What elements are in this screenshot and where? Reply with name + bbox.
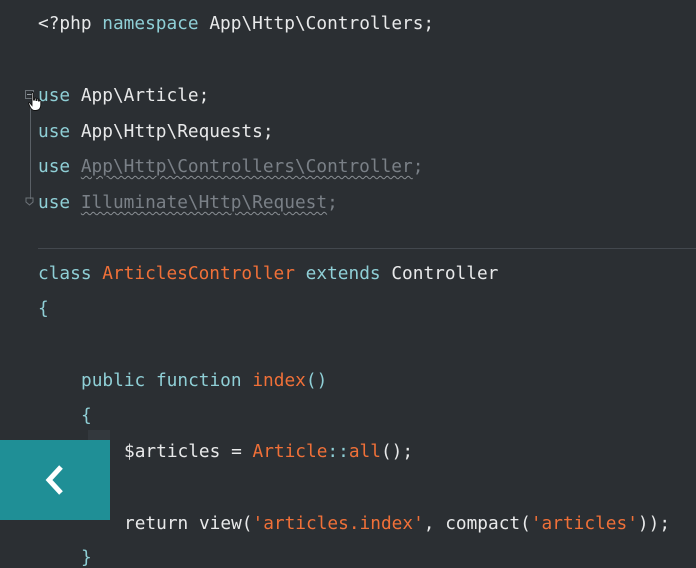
fold-end-icon[interactable]	[25, 197, 34, 206]
call-end: ));	[637, 513, 671, 534]
string-literal: 'articles.index'	[252, 513, 424, 534]
open-brace: {	[38, 298, 49, 319]
namespace-keyword: namespace	[102, 13, 199, 34]
code-line-namespace: <?php namespace App\Http\Controllers;	[38, 12, 434, 36]
return-keyword: return	[124, 513, 189, 534]
string-literal: 'articles'	[530, 513, 638, 534]
semicolon: ;	[412, 156, 424, 177]
open-brace: {	[81, 405, 92, 426]
class-keyword: class	[38, 263, 92, 284]
namespace-path: App\Http\Controllers;	[209, 13, 435, 34]
class-ref: Article	[252, 441, 328, 462]
code-line-use-article: use App\Article;	[38, 84, 209, 108]
method-separator	[38, 248, 696, 249]
call-end: ();	[380, 441, 414, 462]
use-path: App\Http\Requests;	[80, 121, 274, 142]
use-path: App\Article;	[80, 85, 210, 106]
code-line-class-open: {	[38, 297, 49, 321]
unused-import-path: Illuminate\Http\Request	[80, 192, 328, 213]
close-brace: }	[81, 547, 92, 568]
code-line-return: return view('articles.index', compact('a…	[124, 512, 670, 536]
code-line-method-open: {	[81, 404, 92, 428]
code-line-use-requests: use App\Http\Requests;	[38, 120, 274, 144]
chevron-left-icon	[45, 465, 63, 495]
view-call: view(	[198, 513, 253, 534]
hand-pointer-icon	[28, 92, 42, 111]
code-line-assign: $articles = Article::all();	[124, 440, 413, 464]
unused-import-path: App\Http\Controllers\Controller	[80, 156, 413, 177]
scope-operator: ::	[327, 441, 349, 462]
method-name: index	[252, 370, 306, 391]
code-line-use-request: use Illuminate\Http\Request;	[38, 191, 338, 215]
class-name: ArticlesController	[102, 263, 295, 284]
function-keyword: function	[155, 370, 242, 391]
operator: =	[220, 441, 253, 462]
method-call: all	[348, 441, 381, 462]
variable: $articles	[124, 441, 221, 462]
use-keyword: use	[38, 192, 71, 213]
fold-guide-line	[30, 104, 31, 199]
code-line-class: class ArticlesController extends Control…	[38, 262, 498, 286]
code-line-method-close: }	[81, 546, 92, 568]
extends-keyword: extends	[305, 263, 381, 284]
semicolon: ;	[327, 192, 338, 213]
code-line-method: public function index()	[81, 369, 327, 393]
public-keyword: public	[81, 370, 146, 391]
method-parens: ()	[305, 370, 328, 391]
back-button[interactable]	[0, 440, 110, 520]
use-keyword: use	[38, 121, 71, 142]
code-line-use-controller: use App\Http\Controllers\Controller;	[38, 155, 423, 179]
use-keyword: use	[38, 85, 71, 106]
compact-call: , compact(	[423, 513, 531, 534]
php-open-tag: <?php	[38, 13, 92, 34]
parent-class: Controller	[391, 263, 499, 284]
use-keyword: use	[38, 156, 71, 177]
